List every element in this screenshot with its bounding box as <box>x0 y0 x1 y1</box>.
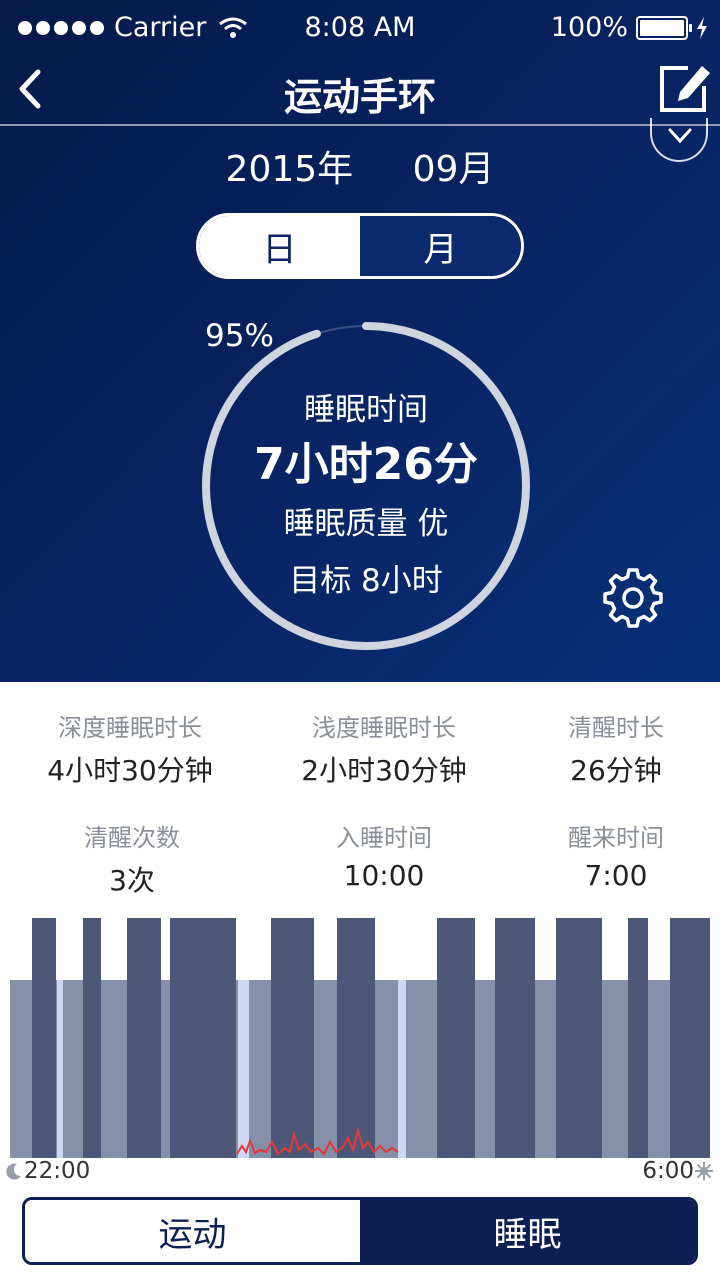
period-segment: 日 月 <box>196 213 524 279</box>
edit-icon[interactable] <box>658 60 714 114</box>
date-selector[interactable]: 2015年 09月 <box>0 140 720 192</box>
stat-value: 2小时30分钟 <box>301 754 467 787</box>
stat-label: 醒来时间 <box>568 824 664 852</box>
month-label: 09月 <box>412 149 495 190</box>
bolt-icon <box>697 16 707 39</box>
deep-sleep-segment <box>556 918 602 1158</box>
deep-sleep-segment <box>670 918 710 1158</box>
deep-sleep-segment <box>628 918 648 1158</box>
stat-label: 浅度睡眠时长 <box>312 714 456 742</box>
sleep-goal: 目标 8小时 <box>289 563 443 599</box>
deep-sleep-segment <box>337 918 375 1158</box>
awake-segment <box>398 980 406 1158</box>
segment-day[interactable]: 日 <box>199 216 360 276</box>
deep-sleep-segment <box>495 918 535 1158</box>
year-label: 2015年 <box>225 149 354 190</box>
stat-value: 4小时30分钟 <box>47 754 213 787</box>
sun-icon <box>695 1162 713 1180</box>
chart-end-label: 6:00 <box>642 1158 714 1184</box>
tab-sport[interactable]: 运动 <box>25 1200 360 1262</box>
stat-label: 深度睡眠时长 <box>58 714 202 742</box>
segment-month[interactable]: 月 <box>360 216 521 276</box>
stat-deep-sleep: 深度睡眠时长 4小时30分钟 <box>10 708 250 789</box>
deep-sleep-segment <box>170 918 236 1158</box>
deep-sleep-segment <box>32 918 56 1158</box>
stat-sleep-start: 入睡时间 10:00 <box>264 818 504 892</box>
stat-wake-time: 醒来时间 7:00 <box>496 818 720 892</box>
battery-percent: 100% <box>550 12 628 43</box>
stat-value: 10:00 <box>343 859 425 892</box>
sleep-chart <box>10 918 710 1158</box>
stat-awake-duration: 清醒时长 26分钟 <box>496 708 720 789</box>
deep-sleep-segment <box>437 918 475 1158</box>
stat-light-sleep: 浅度睡眠时长 2小时30分钟 <box>264 708 504 789</box>
page-title: 运动手环 <box>283 75 436 119</box>
stat-value: 26分钟 <box>570 754 662 787</box>
status-bar: Carrier 8:08 AM 100% <box>0 0 720 58</box>
stat-label: 入睡时间 <box>336 824 432 852</box>
divider <box>0 124 720 126</box>
awake-segment <box>238 980 249 1158</box>
sleep-duration: 7小时26分 <box>254 439 478 490</box>
stat-value: 7:00 <box>584 859 648 892</box>
chart-start-label: 22:00 <box>4 1158 90 1184</box>
stat-awake-count: 清醒次数 3次 <box>12 818 252 899</box>
header-panel: Carrier 8:08 AM 100% 运动手环 2015年 09月 日 月 … <box>0 0 720 682</box>
tab-sleep[interactable]: 睡眠 <box>360 1200 695 1262</box>
sleep-time-title: 睡眠时间 <box>304 392 428 428</box>
bottom-tab-bar: 运动 睡眠 <box>22 1197 698 1265</box>
stat-label: 清醒时长 <box>568 714 664 742</box>
stat-label: 清醒次数 <box>84 824 180 852</box>
gear-icon[interactable] <box>603 568 663 628</box>
nav-bar: 运动手环 <box>0 58 720 124</box>
deep-sleep-segment <box>271 918 314 1158</box>
awake-segment <box>57 980 63 1158</box>
chart-start-time: 22:00 <box>24 1158 91 1184</box>
deep-sleep-segment <box>127 918 161 1158</box>
deep-sleep-segment <box>83 918 101 1158</box>
battery-icon <box>636 15 692 40</box>
progress-percent: 95% <box>205 318 274 354</box>
chart-end-time: 6:00 <box>642 1158 694 1184</box>
moon-icon <box>6 1163 21 1180</box>
sleep-stats: 深度睡眠时长 4小时30分钟 浅度睡眠时长 2小时30分钟 清醒时长 26分钟 … <box>0 682 720 912</box>
stat-value: 3次 <box>109 864 155 897</box>
sleep-quality: 睡眠质量 优 <box>283 506 449 542</box>
